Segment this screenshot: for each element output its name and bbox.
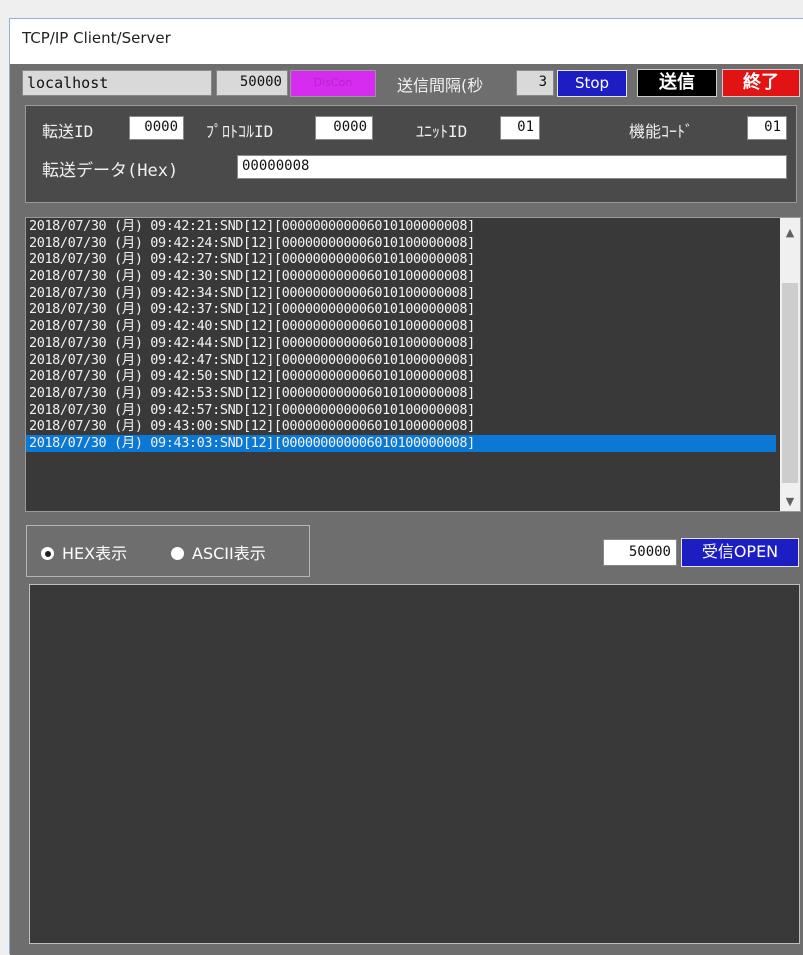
modbus-header-panel: 転送ID 0000 ﾌﾟﾛﾄｺﾙID 0000 ﾕﾆｯﾄID 01 機能ｺｰﾄﾞ… bbox=[25, 105, 797, 203]
port-input[interactable]: 50000 bbox=[216, 70, 288, 96]
log-line[interactable]: 2018/07/30 (月) 09:42:40:SND[12][00000000… bbox=[26, 318, 776, 335]
receive-data-area[interactable] bbox=[29, 584, 800, 944]
unit-id-input[interactable]: 01 bbox=[500, 116, 540, 140]
receive-port-input[interactable]: 50000 bbox=[603, 539, 677, 566]
function-code-input[interactable]: 01 bbox=[747, 116, 787, 140]
hex-display-label: HEX表示 bbox=[62, 544, 128, 563]
receive-open-button[interactable]: 受信OPEN bbox=[681, 538, 799, 567]
scroll-down-arrow-icon[interactable]: ▼ bbox=[780, 493, 800, 511]
send-interval-label: 送信間隔(秒 bbox=[397, 76, 484, 95]
function-code-label: 機能ｺｰﾄﾞ bbox=[629, 122, 694, 141]
radio-checked-icon bbox=[41, 547, 54, 560]
scroll-thumb[interactable] bbox=[782, 283, 798, 483]
ascii-display-radio[interactable]: ASCII表示 bbox=[171, 540, 266, 563]
log-line[interactable]: 2018/07/30 (月) 09:42:44:SND[12][00000000… bbox=[26, 335, 776, 352]
send-log-list[interactable]: 2018/07/30 (月) 09:42:21:SND[12][00000000… bbox=[25, 217, 801, 512]
disconnect-button[interactable]: DisCon bbox=[290, 70, 376, 97]
display-mode-group: HEX表示 ASCII表示 bbox=[26, 525, 310, 577]
log-line[interactable]: 2018/07/30 (月) 09:42:53:SND[12][00000000… bbox=[26, 385, 776, 402]
transfer-id-label: 転送ID bbox=[42, 122, 94, 141]
log-line[interactable]: 2018/07/30 (月) 09:42:34:SND[12][00000000… bbox=[26, 285, 776, 302]
host-input[interactable]: localhost bbox=[22, 70, 212, 96]
transfer-id-input[interactable]: 0000 bbox=[129, 116, 184, 140]
log-line[interactable]: 2018/07/30 (月) 09:42:27:SND[12][00000000… bbox=[26, 251, 776, 268]
client-area: localhost 50000 DisCon 送信間隔(秒 3 Stop 送信 … bbox=[10, 64, 803, 955]
log-line[interactable]: 2018/07/30 (月) 09:42:57:SND[12][00000000… bbox=[26, 402, 776, 419]
transfer-data-label: 転送データ(Hex) bbox=[42, 161, 179, 181]
exit-button[interactable]: 終了 bbox=[722, 69, 800, 97]
protocol-id-input[interactable]: 0000 bbox=[315, 116, 373, 140]
log-line[interactable]: 2018/07/30 (月) 09:43:00:SND[12][00000000… bbox=[26, 418, 776, 435]
app-window: TCP/IP Client/Server localhost 50000 Dis… bbox=[9, 18, 803, 955]
protocol-id-label: ﾌﾟﾛﾄｺﾙID bbox=[206, 122, 274, 141]
send-interval-input[interactable]: 3 bbox=[516, 70, 554, 96]
log-scrollbar[interactable]: ▲ ▼ bbox=[780, 218, 800, 511]
log-line[interactable]: 2018/07/30 (月) 09:42:21:SND[12][00000000… bbox=[26, 218, 776, 235]
log-line[interactable]: 2018/07/30 (月) 09:43:03:SND[12][00000000… bbox=[26, 434, 776, 452]
log-line[interactable]: 2018/07/30 (月) 09:42:50:SND[12][00000000… bbox=[26, 368, 776, 385]
ascii-display-label: ASCII表示 bbox=[192, 544, 266, 563]
scroll-up-arrow-icon[interactable]: ▲ bbox=[780, 224, 800, 242]
stop-button[interactable]: Stop bbox=[557, 70, 627, 97]
unit-id-label: ﾕﾆｯﾄID bbox=[416, 122, 468, 141]
send-button[interactable]: 送信 bbox=[637, 69, 717, 97]
radio-unchecked-icon bbox=[171, 547, 184, 560]
log-lines: 2018/07/30 (月) 09:42:21:SND[12][00000000… bbox=[26, 218, 800, 452]
log-line[interactable]: 2018/07/30 (月) 09:42:24:SND[12][00000000… bbox=[26, 235, 776, 252]
log-line[interactable]: 2018/07/30 (月) 09:42:47:SND[12][00000000… bbox=[26, 352, 776, 369]
window-title: TCP/IP Client/Server bbox=[10, 19, 803, 63]
log-line[interactable]: 2018/07/30 (月) 09:42:37:SND[12][00000000… bbox=[26, 301, 776, 318]
transfer-data-input[interactable]: 00000008 bbox=[237, 155, 787, 179]
hex-display-radio[interactable]: HEX表示 bbox=[41, 540, 128, 563]
log-line[interactable]: 2018/07/30 (月) 09:42:30:SND[12][00000000… bbox=[26, 268, 776, 285]
